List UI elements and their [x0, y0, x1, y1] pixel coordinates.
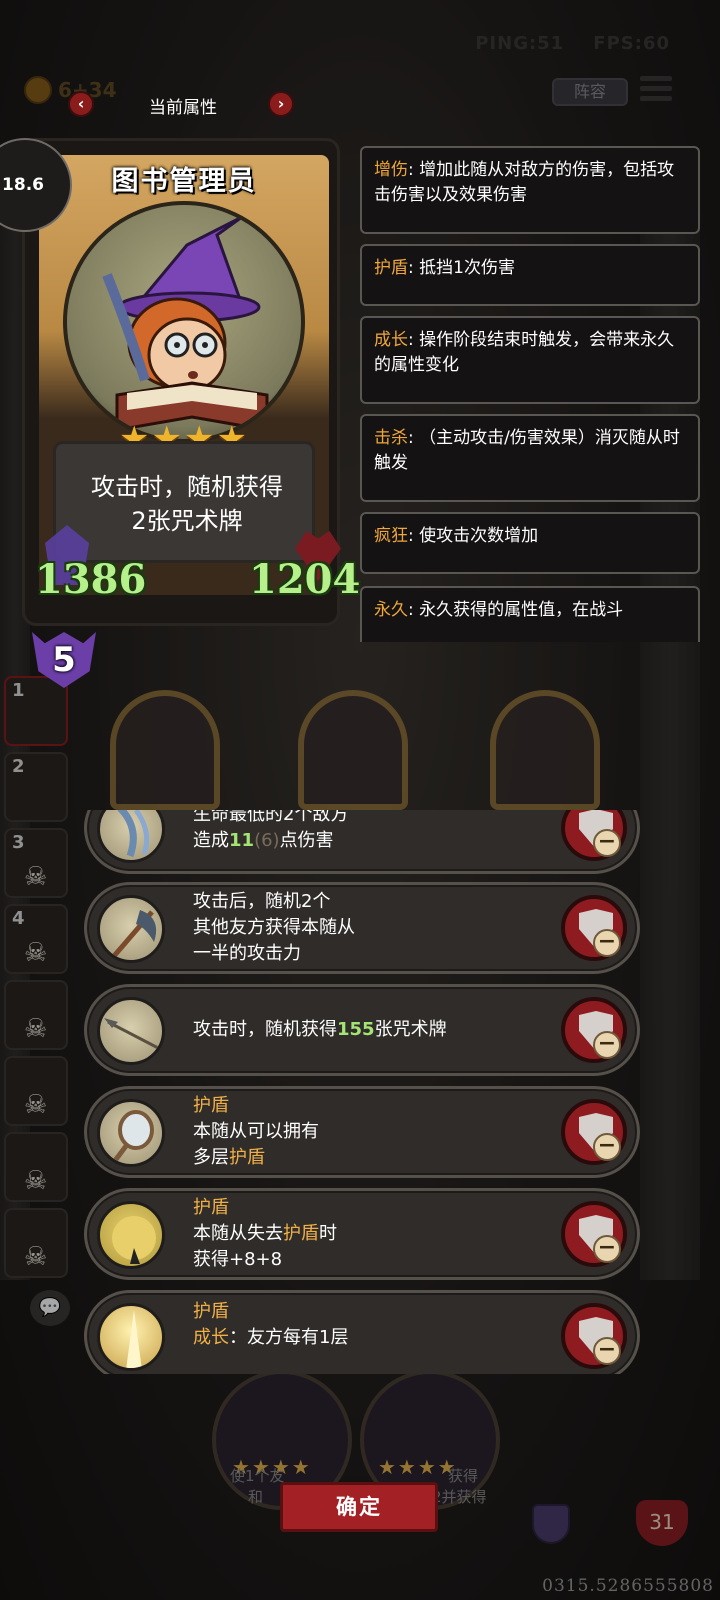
- skill-keyword: 护盾: [229, 1147, 265, 1168]
- ability-line-1: 攻击时，随机获得: [91, 473, 283, 501]
- remove-skill-button[interactable]: −: [561, 810, 627, 861]
- skill-base-value: (6): [254, 830, 280, 851]
- light-beam-skill-icon: [97, 1303, 165, 1371]
- moon-skill-icon: [97, 1201, 165, 1269]
- glossary-description: : （主动攻击/伤害效果）消灭随从时触发: [374, 428, 680, 473]
- skill-text-part: ：友方每有1层: [229, 1327, 349, 1348]
- skill-row: 生命最低的2个敌方 造成11(6)点伤害 −: [84, 810, 640, 874]
- librarian-illustration: [102, 215, 269, 432]
- glossary-item-shield: 护盾: 抵挡1次伤害: [360, 244, 700, 306]
- skill-text-part: 攻击时，随机获得: [193, 1019, 337, 1040]
- remove-skill-button[interactable]: −: [561, 997, 627, 1063]
- skill-keyword: 护盾: [283, 1223, 319, 1244]
- skill-text-part: 造成: [193, 830, 229, 851]
- axe-skill-icon: [97, 895, 165, 963]
- skill-line: 获得+8+8: [193, 1249, 283, 1270]
- skill-row: 攻击后，随机2个 其他友方获得本随从 一半的攻击力 −: [84, 882, 640, 974]
- minus-icon: −: [593, 1133, 621, 1161]
- glossary-item-damage-boost: 增伤: 增加此随从对敌方的伤害，包括攻击伤害以及效果伤害: [360, 146, 700, 234]
- level-number: 5: [52, 640, 76, 680]
- remove-skill-button[interactable]: −: [561, 1201, 627, 1267]
- skill-line: 本随从可以拥有: [193, 1121, 319, 1142]
- prev-arrow-button[interactable]: ‹: [68, 91, 94, 117]
- skill-line: 一半的攻击力: [193, 943, 301, 964]
- skill-tag: 护盾: [193, 1301, 229, 1322]
- health-value: 1204: [249, 556, 361, 603]
- page-title: 当前属性: [149, 98, 217, 118]
- glossary-item-kill: 击杀: （主动攻击/伤害效果）消灭随从时触发: [360, 414, 700, 502]
- glossary-description: : 增加此随从对敌方的伤害，包括攻击伤害以及效果伤害: [374, 160, 675, 205]
- skill-line: 生命最低的2个敌方: [193, 810, 349, 825]
- skill-row: 攻击时，随机获得155张咒术牌 −: [84, 984, 640, 1076]
- minus-icon: −: [593, 1235, 621, 1263]
- skill-line: 其他友方获得本随从: [193, 917, 355, 938]
- skill-line: 造成11(6)点伤害: [193, 828, 553, 854]
- skill-row: 护盾 本随从可以拥有 多层护盾 −: [84, 1086, 640, 1178]
- remove-skill-button[interactable]: −: [561, 1303, 627, 1369]
- skill-description: 攻击时，随机获得155张咒术牌: [193, 987, 553, 1073]
- skill-tag: 护盾: [193, 1095, 229, 1116]
- confirm-button[interactable]: 确定: [280, 1482, 438, 1532]
- mirror-skill-icon: [97, 1099, 165, 1167]
- skill-row: 护盾 本随从失去护盾时 获得+8+8 −: [84, 1188, 640, 1280]
- glossary-keyword: 增伤: [374, 160, 408, 180]
- minion-card: 图书管理员 ★★★★ 攻击时，随机获得 2张咒术牌 1386 1204: [22, 138, 360, 626]
- skill-description: 攻击后，随机2个 其他友方获得本随从 一半的攻击力: [193, 885, 553, 971]
- skill-list[interactable]: 生命最低的2个敌方 造成11(6)点伤害 − 攻击后，随机2个 其他友方获得本随…: [84, 810, 640, 1374]
- skill-text-part: 张咒术牌: [374, 1019, 447, 1040]
- glossary-keyword: 成长: [374, 330, 408, 350]
- remove-skill-button[interactable]: −: [561, 895, 627, 961]
- glossary-keyword: 护盾: [374, 258, 408, 278]
- skill-value: 155: [337, 1019, 375, 1040]
- ability-line-2: 2张咒术牌: [131, 507, 243, 535]
- glossary-item-permanent: 永久: 永久获得的属性值，在战斗: [360, 586, 700, 642]
- glossary-keyword: 疯狂: [374, 526, 408, 546]
- glossary-item-frenzy: 疯狂: 使攻击次数增加: [360, 512, 700, 574]
- skill-text-part: 多层: [193, 1147, 229, 1168]
- glossary-keyword: 永久: [374, 600, 408, 620]
- minus-icon: −: [593, 929, 621, 957]
- minus-icon: −: [593, 1031, 621, 1059]
- remove-skill-button[interactable]: −: [561, 1099, 627, 1165]
- ice-claw-skill-icon: [97, 810, 165, 863]
- skill-line: 攻击后，随机2个: [193, 891, 331, 912]
- skill-line: 攻击时，随机获得155张咒术牌: [193, 1017, 553, 1043]
- attack-value: 1386: [35, 556, 147, 603]
- skill-tag: 护盾: [193, 1197, 229, 1218]
- skill-keyword: 成长: [193, 1327, 229, 1348]
- minus-icon: −: [593, 829, 621, 857]
- minus-icon: −: [593, 1337, 621, 1365]
- skill-line: 本随从失去护盾时: [193, 1221, 553, 1247]
- skill-row: 护盾 成长：友方每有1层 −: [84, 1290, 640, 1374]
- ability-box: 攻击时，随机获得 2张咒术牌: [53, 441, 315, 563]
- skill-description: 护盾 本随从可以拥有 多层护盾: [193, 1089, 553, 1175]
- keyword-glossary[interactable]: 增伤: 增加此随从对敌方的伤害，包括攻击伤害以及效果伤害 护盾: 抵挡1次伤害 …: [360, 146, 700, 642]
- minion-name: 图书管理员: [111, 166, 257, 197]
- skill-text-part: 本随从失去: [193, 1223, 283, 1244]
- skill-description: 护盾 成长：友方每有1层: [193, 1293, 553, 1374]
- skill-description: 生命最低的2个敌方 造成11(6)点伤害: [193, 810, 553, 871]
- skill-line: 成长：友方每有1层: [193, 1325, 553, 1351]
- skill-value: 11: [229, 830, 255, 851]
- skill-text-part: 时: [319, 1223, 337, 1244]
- spear-skill-icon: [97, 997, 165, 1065]
- glossary-item-growth: 成长: 操作阶段结束时触发，会带来永久的属性变化: [360, 316, 700, 404]
- skill-line: 多层护盾: [193, 1145, 553, 1171]
- glossary-description: : 永久获得的属性值，在战斗: [408, 600, 624, 620]
- glossary-description: : 抵挡1次伤害: [408, 258, 515, 278]
- glossary-description: : 使攻击次数增加: [408, 526, 539, 546]
- ability-text: 攻击时，随机获得 2张咒术牌: [56, 470, 318, 538]
- glossary-keyword: 击杀: [374, 428, 408, 448]
- next-arrow-button[interactable]: ›: [268, 91, 294, 117]
- minion-portrait: [63, 201, 305, 443]
- skill-description: 护盾 本随从失去护盾时 获得+8+8: [193, 1191, 553, 1277]
- skill-text-part: 点伤害: [279, 830, 334, 851]
- glossary-description: : 操作阶段结束时触发，会带来永久的属性变化: [374, 330, 675, 375]
